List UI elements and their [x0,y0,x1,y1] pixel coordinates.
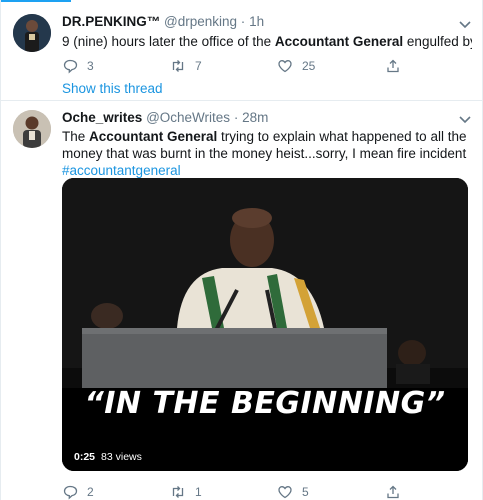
display-name[interactable]: DR.PENKING™ [62,14,160,29]
share-icon [387,59,399,73]
share-icon [387,485,399,499]
like-icon [278,486,292,499]
like-button[interactable]: 5 [277,484,309,500]
like-icon [278,60,292,73]
tweet-text: The Accountant General trying to explain… [62,128,472,179]
show-thread-link[interactable]: Show this thread [62,81,163,96]
avatar[interactable] [13,110,51,148]
chevron-down-icon[interactable] [458,17,472,29]
user-handle[interactable]: @drpenking [164,14,237,29]
reply-icon [63,59,78,74]
retweet-count: 1 [195,485,202,499]
separator-dot: · [240,14,246,29]
reply-button[interactable]: 3 [62,58,94,74]
timeline-top-accent [1,0,71,2]
tweet-drpenking[interactable]: DR.PENKING™ @drpenking · 1h 9 (nine) hou… [1,6,482,100]
tweet-text-start: The [62,129,90,144]
tweet-text-start: 9 (nine) hours later the office of the [62,34,275,49]
user-handle[interactable]: @OcheWrites [146,110,230,125]
video-caption: “IN THE BEGINNING” [84,386,446,421]
timestamp[interactable]: 28m [242,110,268,125]
video-views: 83 views [101,451,142,463]
tweet-text-bold: Accountant General [274,34,404,49]
hashtag-link[interactable]: #accountantgeneral [62,163,181,178]
tweet-actions: 2 1 5 [62,484,422,500]
separator-dot: · [233,110,239,125]
like-count: 5 [302,485,309,499]
tweet-actions: 3 7 25 [62,58,422,74]
video-duration: 0:25 [74,451,96,463]
like-button[interactable]: 25 [277,58,315,74]
display-name[interactable]: Oche_writes [62,110,142,125]
retweet-icon [172,60,184,72]
tweet-ochewrites[interactable]: Oche_writes @OcheWrites · 28m The Accoun… [1,100,482,500]
share-button[interactable] [385,484,401,500]
like-count: 25 [302,59,316,73]
retweet-button[interactable]: 7 [170,58,202,74]
reply-icon [63,485,78,500]
video-frame [62,178,468,471]
tweet-header: DR.PENKING™ @drpenking · 1h [62,14,264,29]
avatar[interactable] [13,14,51,52]
retweet-count: 7 [195,59,202,73]
retweet-button[interactable]: 1 [170,484,202,500]
reply-button[interactable]: 2 [62,484,94,500]
video-player[interactable]: “IN THE BEGINNING” 0:25 83 views [62,178,468,471]
retweet-icon [172,486,184,498]
tweet-text-end: engulfed by fire... [406,34,472,49]
tweet-text: 9 (nine) hours later the office of the A… [62,33,472,50]
timestamp[interactable]: 1h [249,14,264,29]
tweet-text-bold: Accountant General [89,129,218,144]
share-button[interactable] [385,58,401,74]
reply-count: 2 [87,485,94,499]
video-meta: 0:25 83 views [74,451,142,463]
tweet-header: Oche_writes @OcheWrites · 28m [62,110,268,125]
timeline: DR.PENKING™ @drpenking · 1h 9 (nine) hou… [0,0,483,500]
chevron-down-icon[interactable] [458,112,472,124]
reply-count: 3 [87,59,94,73]
